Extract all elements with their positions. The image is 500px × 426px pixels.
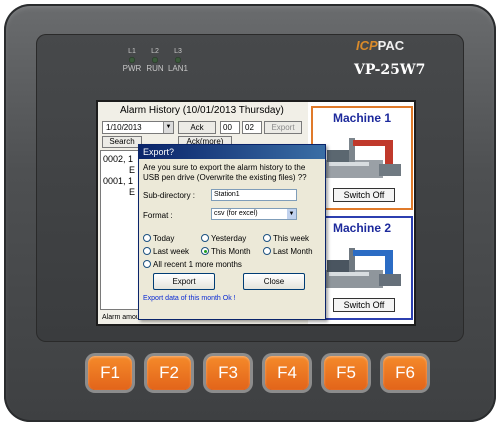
machine-1-panel: Machine 1 Switch Off: [311, 106, 413, 210]
led-label: L3: [174, 48, 182, 55]
format-value: csv (for excel): [214, 210, 258, 217]
f2-key[interactable]: F2: [147, 356, 191, 390]
radio-label: All recent 1 more months: [153, 260, 242, 269]
date-value: 1/10/2013: [106, 123, 142, 132]
radio-this-month[interactable]: This Month: [201, 247, 251, 256]
dialog-title: Export?: [139, 145, 325, 159]
radio-yesterday[interactable]: Yesterday: [201, 234, 246, 243]
radio-label: Yesterday: [211, 234, 247, 243]
f5-key[interactable]: F5: [324, 356, 368, 390]
radio-icon: [143, 260, 151, 268]
ack-button[interactable]: Ack: [178, 121, 216, 134]
brand-prefix: ICP: [356, 38, 378, 53]
export-button[interactable]: Export: [264, 121, 302, 134]
alarm-title: Alarm History (10/01/2013 Thursday): [120, 105, 284, 116]
radio-icon: [201, 234, 209, 242]
f4-key[interactable]: F4: [265, 356, 309, 390]
radio-label: This week: [273, 234, 310, 243]
minute-spinner[interactable]: 02: [242, 121, 262, 134]
hour-spinner[interactable]: 00: [220, 121, 240, 134]
dialog-status: Export data of this month Ok !: [143, 295, 236, 302]
format-select[interactable]: csv (for excel) ▼: [211, 208, 297, 220]
led-indicator: [175, 57, 181, 63]
switch-off-button[interactable]: Switch Off: [333, 298, 395, 312]
format-label: Format :: [143, 211, 173, 220]
f1-key[interactable]: F1: [88, 356, 132, 390]
brand-suffix: PAC: [377, 38, 405, 53]
machine-image: [323, 138, 401, 178]
radio-label: This Month: [211, 247, 251, 256]
led-label: LAN1: [167, 64, 188, 73]
radio-icon: [263, 247, 271, 255]
chevron-down-icon[interactable]: ▼: [163, 122, 173, 133]
touch-screen: Alarm History (10/01/2013 Thursday) 1/10…: [96, 100, 416, 326]
export-dialog: Export? Are you sure to export the alarm…: [138, 144, 326, 320]
radio-icon: [143, 247, 151, 255]
led-l3: L3 LAN1: [164, 48, 192, 73]
list-item: E: [129, 187, 136, 197]
machine-title: Machine 1: [332, 111, 392, 125]
radio-label: Today: [153, 234, 175, 243]
radio-last-month[interactable]: Last Month: [263, 247, 313, 256]
model-label: VP-25W7: [354, 62, 426, 78]
radio-this-week[interactable]: This week: [263, 234, 309, 243]
machine-image: [323, 248, 401, 288]
led-indicator: [152, 57, 158, 63]
radio-icon: [263, 234, 271, 242]
radio-today[interactable]: Today: [143, 234, 174, 243]
radio-all-recent[interactable]: All recent 1 more months: [143, 260, 242, 269]
f6-key[interactable]: F6: [383, 356, 427, 390]
subdir-label: Sub-directory :: [143, 191, 196, 200]
subdir-input[interactable]: Station1: [211, 189, 297, 201]
dialog-export-button[interactable]: Export: [153, 273, 215, 290]
machine-title: Machine 2: [332, 221, 392, 235]
switch-off-button[interactable]: Switch Off: [333, 188, 395, 202]
f3-key[interactable]: F3: [206, 356, 250, 390]
list-item: 0001, 1: [103, 176, 134, 186]
date-select[interactable]: 1/10/2013 ▼: [102, 121, 174, 134]
alarm-list[interactable]: 0002, 1 E 0001, 1 E: [100, 150, 142, 310]
list-item: 0002, 1: [103, 154, 134, 164]
radio-label: Last Month: [273, 247, 313, 256]
dialog-close-button[interactable]: Close: [243, 273, 305, 290]
dialog-message: Are you sure to export the alarm history…: [143, 163, 307, 182]
brand-logo: ICPPAC: [356, 38, 404, 53]
radio-last-week[interactable]: Last week: [143, 247, 189, 256]
radio-selected-icon: [201, 247, 209, 255]
search-button[interactable]: Search: [102, 136, 142, 148]
chevron-down-icon[interactable]: ▼: [287, 209, 296, 219]
list-item: E: [129, 165, 136, 175]
radio-label: Last week: [153, 247, 190, 256]
radio-icon: [143, 234, 151, 242]
led-indicator: [129, 57, 135, 63]
machine-2-panel: Machine 2 Switch Off: [311, 216, 413, 320]
